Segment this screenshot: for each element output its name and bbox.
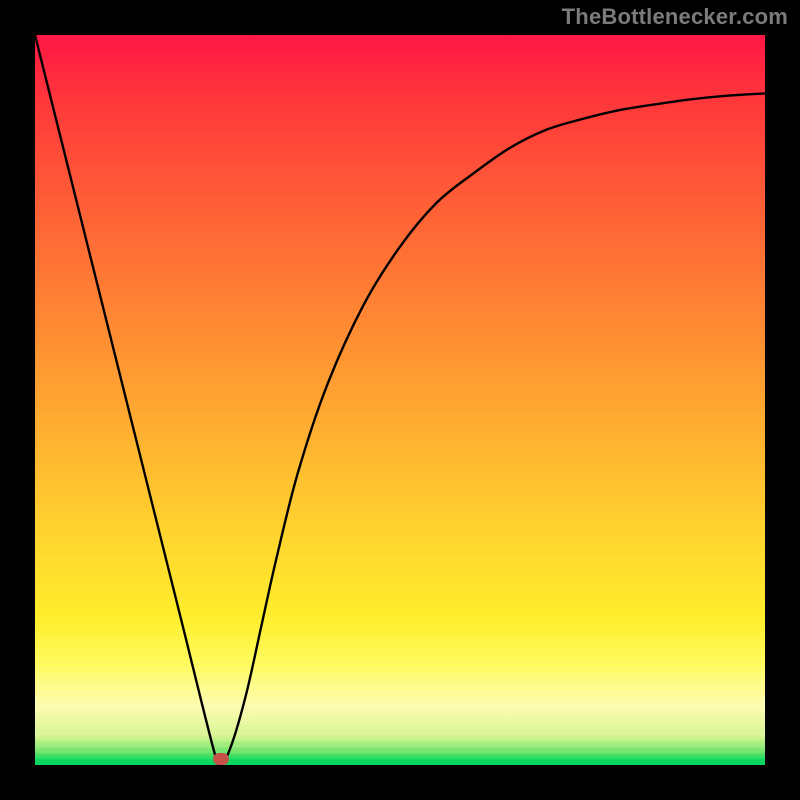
plot-area [35, 35, 765, 765]
min-point-marker [213, 753, 229, 765]
chart-frame: TheBottlenecker.com [0, 0, 800, 800]
watermark-label: TheBottlenecker.com [562, 4, 788, 30]
bottleneck-curve [35, 35, 765, 765]
